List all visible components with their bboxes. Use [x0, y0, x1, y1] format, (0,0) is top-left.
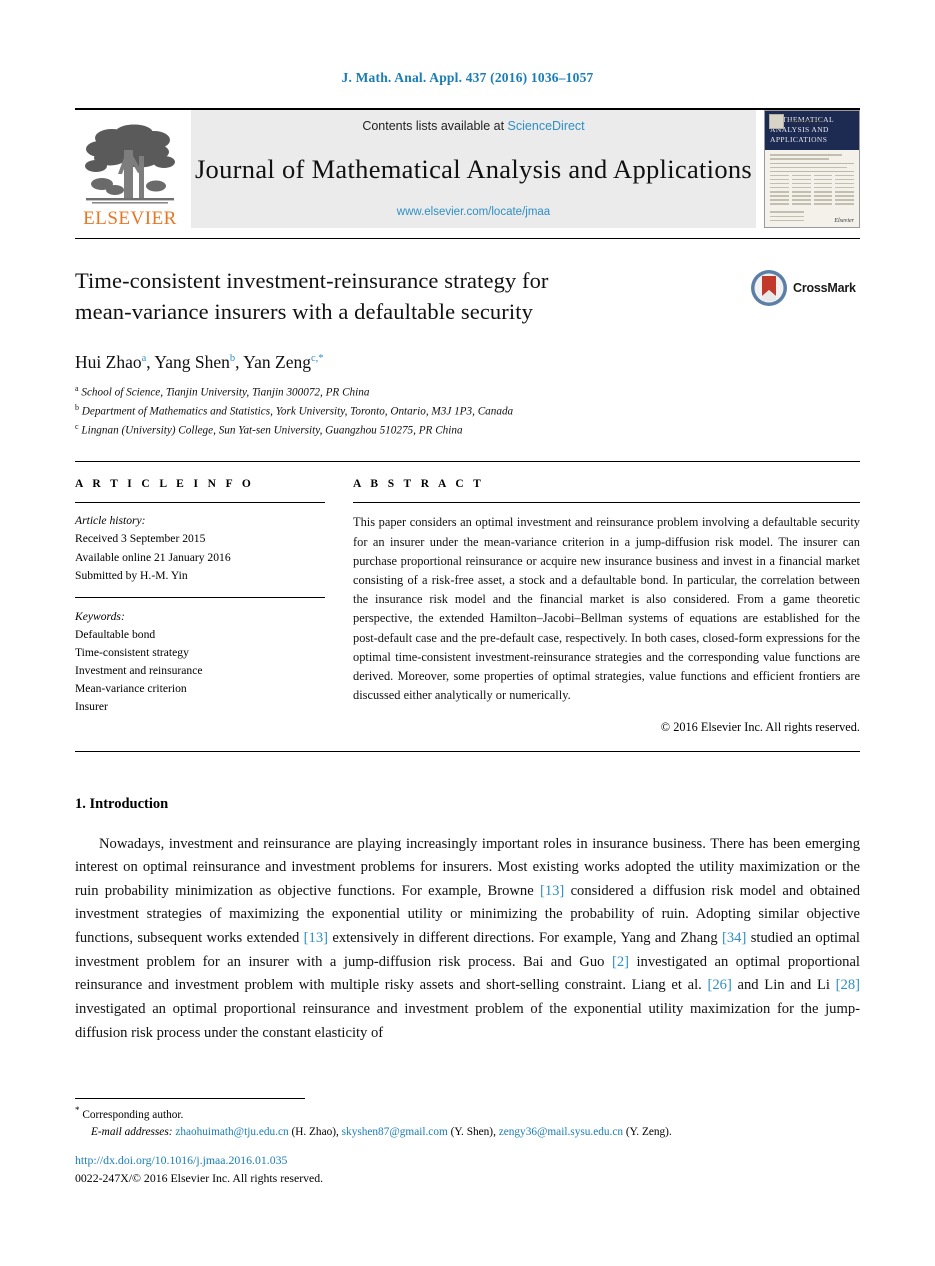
- asterisk-icon: *: [75, 1105, 80, 1115]
- keyword-item: Insurer: [75, 700, 108, 714]
- citation-link[interactable]: [2]: [612, 954, 629, 970]
- keyword-item: Mean-variance criterion: [75, 681, 187, 695]
- keyword-item: Defaultable bond: [75, 627, 156, 641]
- keyword-item: Time-consistent strategy: [75, 645, 189, 659]
- journal-cover-thumbnail: Journal of MATHEMATICAL ANALYSIS AND APP…: [764, 110, 860, 228]
- corresponding-author-note: * Corresponding author.: [75, 1104, 865, 1124]
- email-owner-1: (H. Zhao): [291, 1125, 336, 1138]
- abstract-copyright: © 2016 Elsevier Inc. All rights reserved…: [660, 719, 860, 734]
- journal-band: Contents lists available at ScienceDirec…: [191, 110, 756, 228]
- article-history-item: Available online 21 January 2016: [75, 550, 231, 564]
- affiliation-marker: c: [75, 421, 79, 431]
- doi-block: http://dx.doi.org/10.1016/j.jmaa.2016.01…: [75, 1152, 323, 1187]
- title-area: Time-consistent investment-reinsurance s…: [75, 265, 860, 327]
- cover-title-line-3: APPLICATIONS: [770, 135, 828, 145]
- crossmark-badge[interactable]: CrossMark: [750, 265, 860, 307]
- email-link-3[interactable]: zengy36@mail.sysu.edu.cn: [499, 1126, 623, 1138]
- journal-title: Journal of Mathematical Analysis and App…: [194, 154, 753, 184]
- author-name-1: Hui Zhao: [75, 352, 142, 373]
- elsevier-logo: ELSEVIER: [75, 110, 185, 228]
- email-link-2[interactable]: skyshen87@gmail.com: [342, 1126, 448, 1138]
- article-history-label: Article history:: [75, 514, 146, 528]
- contents-prefix: Contents lists available at: [362, 119, 505, 133]
- journal-url[interactable]: www.elsevier.com/locate/jmaa: [397, 206, 550, 218]
- article-info-heading: A R T I C L E I N F O: [75, 478, 255, 491]
- elsevier-tree-icon: [85, 124, 175, 204]
- author-name-3: Yan Zeng: [243, 352, 312, 373]
- info-abstract-columns: A R T I C L E I N F O Article history: R…: [75, 478, 860, 734]
- email-label: E-mail addresses:: [91, 1125, 173, 1138]
- email-line: E-mail addresses: zhaohuimath@tju.edu.cn…: [91, 1125, 672, 1138]
- masthead-bottom-rule: [75, 238, 860, 239]
- elsevier-wordmark: ELSEVIER: [83, 208, 177, 229]
- keyword-item: Investment and reinsurance: [75, 663, 203, 677]
- journal-masthead: ELSEVIER Contents lists available at Sci…: [75, 108, 860, 228]
- abstract-heading: A B S T R A C T: [353, 478, 485, 491]
- email-owner-3: (Y. Zeng): [625, 1125, 669, 1138]
- running-head: J. Math. Anal. Appl. 437 (2016) 1036–105…: [341, 70, 594, 85]
- email-owner-2: (Y. Shen): [450, 1125, 494, 1138]
- article-info-column: A R T I C L E I N F O Article history: R…: [75, 478, 353, 734]
- article-history-item: Submitted by H.-M. Yin: [75, 568, 188, 582]
- keywords-list: Keywords: Defaultable bond Time-consiste…: [75, 608, 325, 716]
- cover-footer: Elsevier: [765, 211, 859, 227]
- abstract-column: A B S T R A C T This paper considers an …: [353, 478, 860, 734]
- corresponding-author-text: Corresponding author.: [82, 1108, 184, 1121]
- affiliation-list: a School of Science, Tianjin University,…: [75, 383, 860, 439]
- citation-link[interactable]: [26]: [708, 977, 732, 993]
- info-bottom-rule: [75, 750, 860, 752]
- title-line-2: mean-variance insurers with a defaultabl…: [75, 299, 533, 325]
- abstract-text: This paper considers an optimal investme…: [353, 515, 860, 703]
- affiliation-item: a School of Science, Tianjin University,…: [75, 383, 860, 402]
- author-marker-2: b: [229, 353, 236, 365]
- crossmark-icon: [751, 270, 787, 306]
- info-top-rule: [75, 461, 860, 463]
- abstract-rule: [353, 502, 860, 504]
- introduction-paragraph: Nowadays, investment and reinsurance are…: [75, 835, 860, 1041]
- article-info-rule: [75, 502, 325, 504]
- article-history-item: Received 3 September 2015: [75, 532, 206, 546]
- cover-elsevier-mark-icon: [769, 114, 784, 129]
- email-link-1[interactable]: zhaohuimath@tju.edu.cn: [175, 1126, 288, 1138]
- citation-link[interactable]: [28]: [836, 977, 860, 993]
- affiliation-marker: a: [75, 384, 79, 394]
- affiliation-text: Lingnan (University) College, Sun Yat-se…: [81, 424, 463, 437]
- citation-link[interactable]: [34]: [722, 930, 746, 946]
- title-line-1: Time-consistent investment-reinsurance s…: [75, 268, 549, 293]
- section-heading-introduction: 1. Introduction: [75, 795, 169, 812]
- cover-publisher: Elsevier: [834, 217, 854, 224]
- author-marker-3: c,*: [311, 353, 324, 365]
- sciencedirect-link[interactable]: ScienceDirect: [508, 119, 585, 133]
- article-history: Article history: Received 3 September 20…: [75, 512, 325, 584]
- citation-link[interactable]: [13]: [304, 930, 328, 946]
- author-list: Hui Zhaoa, Yang Shenb, Yan Zengc,*: [75, 352, 324, 373]
- page-title: Time-consistent investment-reinsurance s…: [75, 265, 750, 327]
- keywords-rule: [75, 596, 325, 598]
- contents-line: Contents lists available at ScienceDirec…: [362, 119, 584, 133]
- author-name-2: Yang Shen: [154, 352, 230, 373]
- author-marker-1: a: [141, 353, 147, 365]
- affiliation-text: School of Science, Tianjin University, T…: [81, 386, 370, 399]
- issn-copyright-line: 0022-247X/© 2016 Elsevier Inc. All right…: [75, 1170, 324, 1185]
- citation-link[interactable]: [13]: [540, 883, 564, 899]
- affiliation-marker: b: [75, 402, 79, 412]
- affiliation-item: c Lingnan (University) College, Sun Yat-…: [75, 421, 860, 440]
- cover-journal-of: Journal of: [787, 117, 821, 126]
- crossmark-label: CrossMark: [793, 281, 856, 295]
- doi-link[interactable]: http://dx.doi.org/10.1016/j.jmaa.2016.01…: [75, 1152, 323, 1170]
- affiliation-text: Department of Mathematics and Statistics…: [81, 405, 514, 418]
- footnote-rule: [75, 1098, 305, 1099]
- keywords-label: Keywords:: [75, 609, 125, 623]
- paper-page: J. Math. Anal. Appl. 437 (2016) 1036–105…: [0, 0, 935, 1266]
- cover-contents-block: [765, 150, 859, 212]
- affiliation-item: b Department of Mathematics and Statisti…: [75, 402, 860, 421]
- footnote-block: * Corresponding author. E-mail addresses…: [75, 1104, 865, 1141]
